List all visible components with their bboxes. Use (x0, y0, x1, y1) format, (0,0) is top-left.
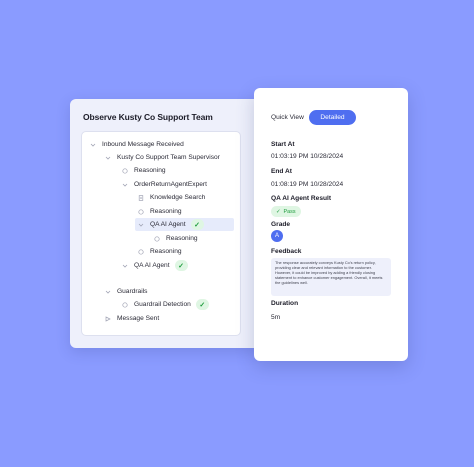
tree-node-message-sent[interactable]: Message Sent (105, 312, 159, 325)
tree-node-label: QA AI Agent (134, 262, 170, 269)
check-icon: ✓ (174, 260, 188, 271)
tree-node-reasoning[interactable]: Reasoning (122, 164, 166, 177)
tree-node-label: Reasoning (150, 248, 182, 255)
details-panel: Quick View Detailed Start At 01:03:19 PM… (254, 88, 408, 361)
tree-node-reasoning[interactable]: Reasoning (138, 205, 182, 218)
tree-node-label: QA AI Agent (150, 221, 186, 228)
shield-icon (122, 301, 128, 308)
tree-node-supervisor[interactable]: Kusty Co Support Team Supervisor (105, 151, 220, 164)
chevron-down-icon[interactable] (122, 182, 128, 188)
check-icon: ✓ (195, 299, 209, 310)
tab-detailed[interactable]: Detailed (309, 110, 356, 125)
chevron-down-icon[interactable] (138, 222, 144, 228)
tab-quick-view[interactable]: Quick View (271, 114, 304, 121)
tree-node-reasoning[interactable]: Reasoning (138, 245, 182, 258)
tree-node-inbound[interactable]: Inbound Message Received (90, 138, 184, 151)
chevron-down-icon[interactable] (105, 289, 111, 295)
tree-node-guardrails[interactable]: Guardrails (105, 285, 147, 298)
tree-node-qa-agent-selected[interactable]: QA AI Agent ✓ (135, 218, 234, 231)
end-label: End At (271, 168, 292, 175)
tree-node-knowledge-search[interactable]: Knowledge Search (138, 191, 205, 204)
start-label: Start At (271, 141, 295, 148)
document-icon (138, 194, 144, 201)
duration-value: 5m (271, 314, 281, 321)
tree-node-label: Guardrail Detection (134, 301, 191, 308)
reasoning-icon (154, 235, 160, 242)
end-value: 01:08:19 PM 10/28/2024 (271, 181, 344, 188)
status-badge-label: Pass (283, 208, 296, 215)
grade-avatar: A (271, 230, 283, 242)
tree-node-label: Message Sent (117, 315, 160, 322)
result-label: QA AI Agent Result (271, 195, 332, 202)
check-icon: ✓ (276, 208, 281, 215)
tree-node-label: Kusty Co Support Team Supervisor (117, 154, 220, 161)
duration-label: Duration (271, 300, 299, 307)
chevron-down-icon[interactable] (105, 155, 111, 161)
check-icon: ✓ (190, 219, 204, 230)
feedback-label: Feedback (271, 248, 302, 255)
start-value: 01:03:19 PM 10/28/2024 (271, 153, 344, 160)
tree-node-reasoning[interactable]: Reasoning (154, 232, 198, 245)
tree-node-label: Reasoning (150, 208, 182, 215)
reasoning-icon (138, 208, 144, 215)
tree-node-label: Inbound Message Received (102, 141, 184, 148)
grade-label: Grade (271, 221, 291, 228)
tree-node-label: OrderReturnAgentExpert (134, 181, 207, 188)
chevron-down-icon[interactable] (122, 263, 128, 269)
panel-title: Observe Kusty Co Support Team (83, 112, 213, 122)
trace-tree: Inbound Message Received Kusty Co Suppor… (81, 131, 241, 336)
chevron-down-icon[interactable] (90, 142, 96, 148)
tree-node-label: Guardrails (117, 288, 148, 295)
trace-tree-panel: Observe Kusty Co Support Team Inbound Me… (70, 99, 260, 348)
status-badge: ✓ Pass (271, 206, 301, 217)
reasoning-icon (138, 248, 144, 255)
tree-node-label: Reasoning (166, 235, 198, 242)
tree-node-guardrail-detection[interactable]: Guardrail Detection ✓ (122, 298, 209, 311)
reasoning-icon (122, 167, 128, 174)
tree-node-label: Reasoning (134, 167, 166, 174)
tree-node-label: Knowledge Search (150, 194, 206, 201)
tree-node-order-return-agent[interactable]: OrderReturnAgentExpert (122, 178, 207, 191)
send-icon (105, 315, 111, 322)
feedback-text: The response accurately conveys Kusty Co… (271, 258, 391, 296)
tree-node-qa-agent[interactable]: QA AI Agent ✓ (122, 259, 188, 272)
